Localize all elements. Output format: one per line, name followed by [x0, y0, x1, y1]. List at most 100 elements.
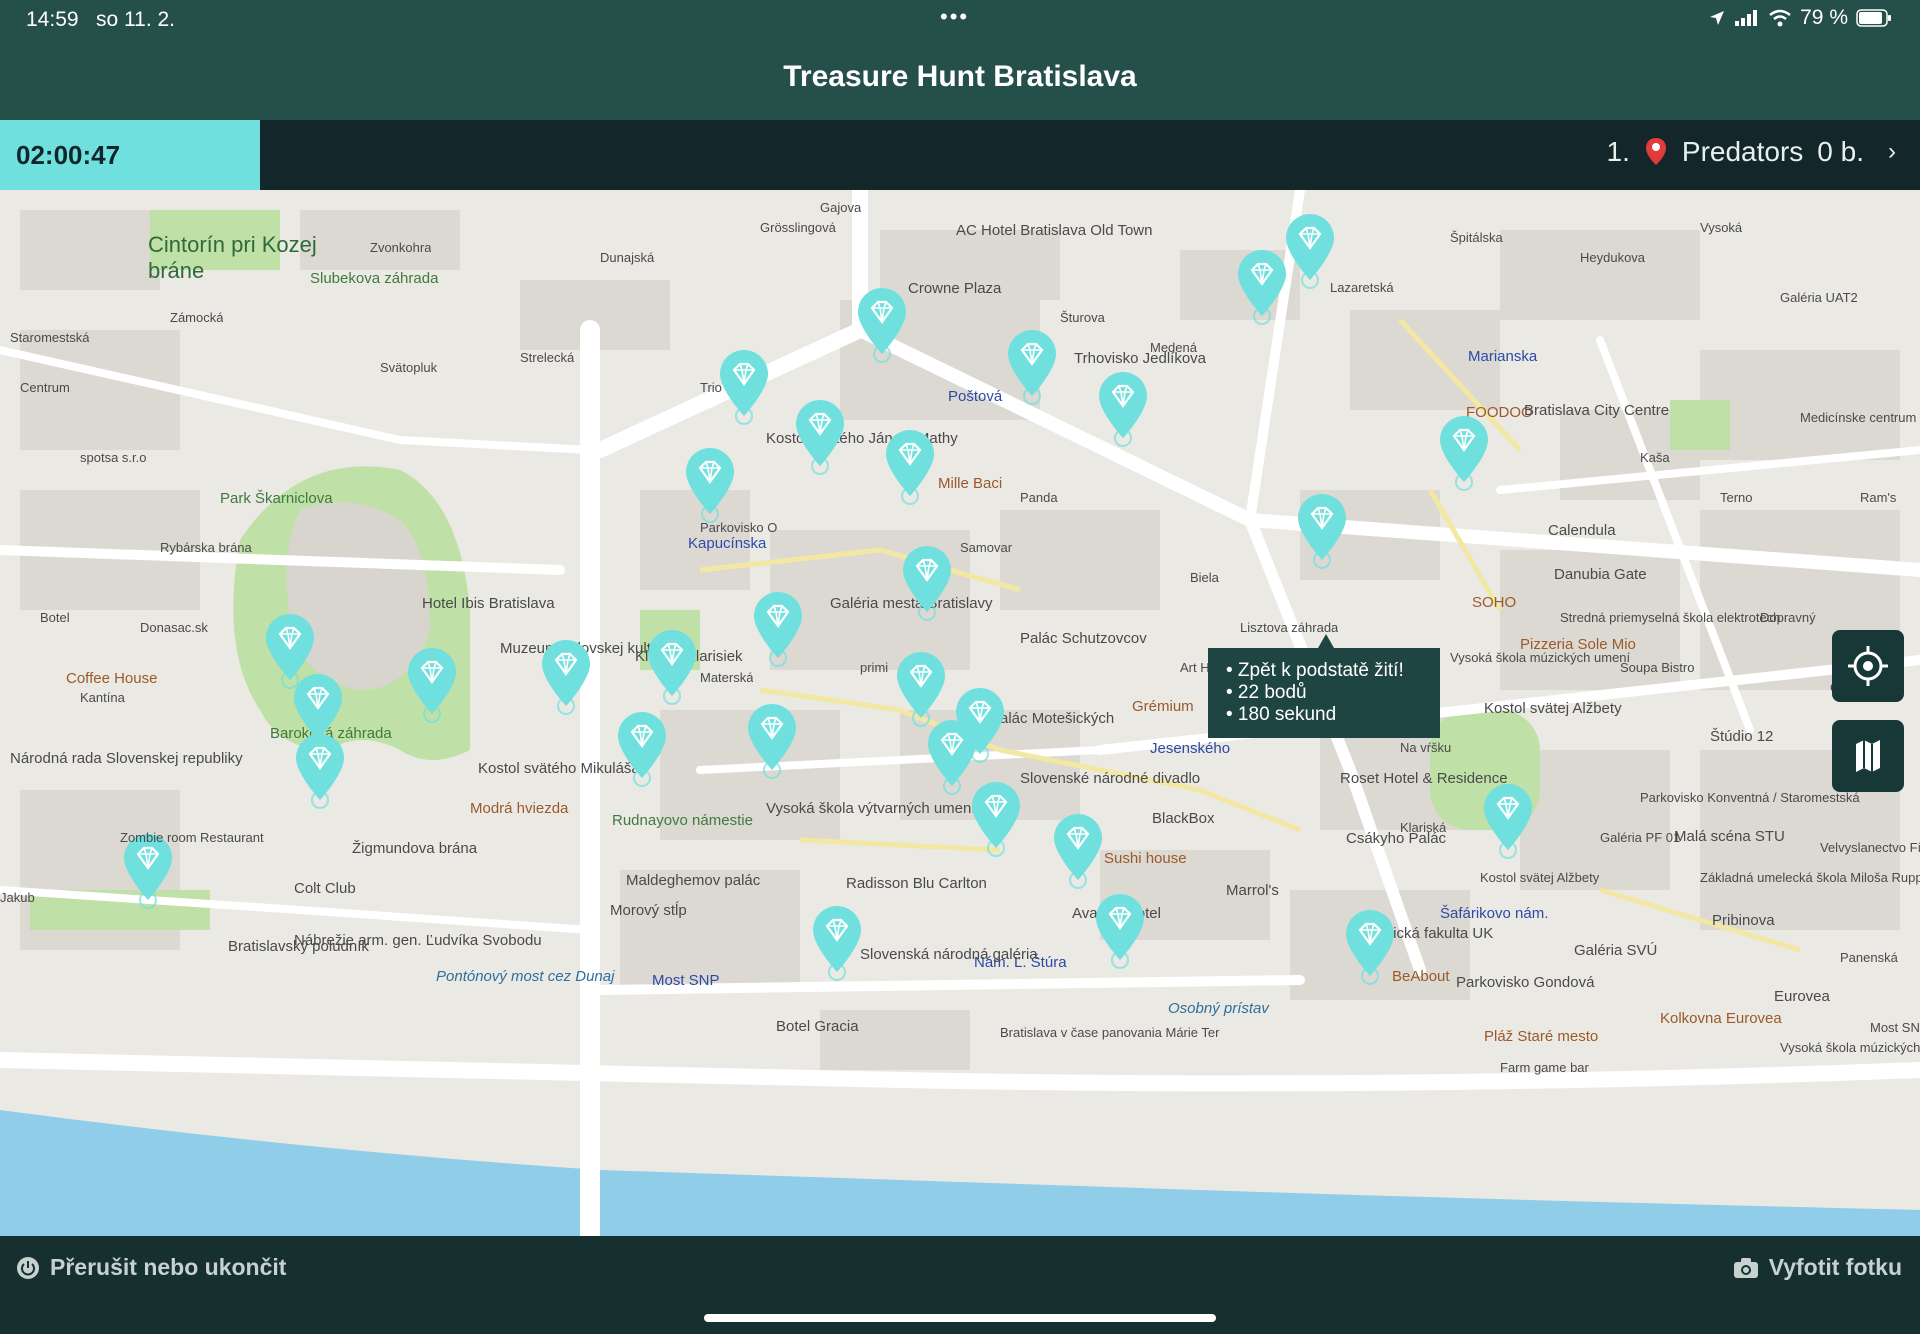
diamond-marker-icon[interactable] — [1478, 780, 1538, 860]
tooltip-title: • Zpět k podstatě žití! — [1226, 660, 1404, 681]
map-label: Botel Gracia — [776, 1018, 859, 1035]
diamond-marker-icon[interactable] — [966, 778, 1026, 858]
map-label: Kolkovna Eurovea — [1660, 1010, 1782, 1027]
map-label: Calendula — [1548, 522, 1616, 539]
map-label: Radisson Blu Carlton — [846, 875, 987, 892]
map-label: Restaurant — [200, 830, 264, 845]
map-label: Parkovisko O — [700, 520, 778, 535]
diamond-marker-icon[interactable] — [852, 284, 912, 364]
diamond-marker-icon[interactable] — [880, 426, 940, 506]
diamond-marker-icon[interactable] — [1434, 412, 1494, 492]
map-label: Šafárikovo nám. — [1440, 905, 1549, 922]
info-bar: 02:00:47 1. Predators 0 b. › — [0, 120, 1920, 190]
map-label: Samovar — [960, 540, 1013, 555]
tooltip-points: • 22 bodů — [1226, 682, 1307, 703]
map-label: Stredná priemyselná škola elektrotechnic… — [1560, 610, 1780, 625]
multitask-dots[interactable]: ••• — [940, 4, 969, 30]
map-label: Jesenského — [1150, 740, 1231, 757]
diamond-marker-icon[interactable] — [612, 708, 672, 788]
map-label: Colt Club — [294, 880, 356, 897]
map-label: Most SNP — [1870, 1020, 1920, 1035]
diamond-marker-icon[interactable] — [1090, 890, 1150, 970]
map-view[interactable]: Cintorín pri Kozej bráne Slubekova záhra… — [0, 190, 1920, 1236]
quit-label: Přerušit nebo ukončit — [50, 1254, 287, 1280]
map-label: Zombie room — [120, 830, 197, 845]
map-label: Štúdio 12 — [1710, 728, 1774, 745]
map-label: Galéria PF 01 — [1600, 830, 1681, 845]
diamond-marker-icon[interactable] — [290, 730, 350, 810]
map-label: Kostol svätej Alžbety — [1484, 700, 1622, 717]
map-label: Grösslingová — [760, 220, 836, 235]
map-label: Velvyslanectvo Fínskej republiky — [1820, 840, 1920, 855]
diamond-marker-icon[interactable] — [897, 542, 957, 622]
map-label: Špitálska — [1450, 230, 1503, 245]
map-label: Donasac.sk — [140, 620, 208, 635]
diamond-marker-icon[interactable] — [1048, 810, 1108, 890]
map-layer-button[interactable] — [1832, 720, 1904, 792]
map-label: Poštová — [948, 388, 1003, 405]
map-label: Terno — [1720, 490, 1753, 505]
map-label: Lisztova záhrada — [1240, 620, 1339, 635]
tooltip-time: • 180 sekund — [1226, 704, 1337, 725]
diamond-marker-icon[interactable] — [1093, 368, 1153, 448]
map-label: BlackBox — [1152, 810, 1215, 827]
team-rank: 1. — [1606, 136, 1630, 167]
map-label: Jakub — [0, 890, 35, 905]
take-photo-button[interactable]: Vyfotit fotku — [1733, 1254, 1902, 1281]
power-icon — [17, 1256, 39, 1279]
map-label: Marianska — [1468, 348, 1538, 365]
diamond-marker-icon[interactable] — [536, 636, 596, 716]
locate-me-button[interactable] — [1832, 630, 1904, 702]
map-label: Heydukova — [1580, 250, 1646, 265]
map-label: Grémium — [1132, 698, 1194, 715]
diamond-marker-icon[interactable] — [642, 626, 702, 706]
map-label: Park Škarniclova — [220, 490, 333, 507]
diamond-marker-icon[interactable] — [742, 700, 802, 780]
map-label: Hotel Ibis Bratislava — [422, 595, 555, 612]
map-label: Most SNP — [652, 972, 720, 989]
map-label: Sushi house — [1104, 850, 1187, 867]
game-timer: 02:00:47 — [0, 120, 260, 190]
diamond-marker-icon[interactable] — [402, 644, 462, 724]
map-label: SOHO — [1472, 594, 1517, 611]
diamond-marker-icon[interactable] — [1280, 210, 1340, 290]
diamond-marker-icon[interactable] — [748, 588, 808, 668]
diamond-marker-icon[interactable] — [1002, 326, 1062, 406]
photo-label: Vyfotit fotku — [1768, 1254, 1902, 1280]
map-label: Panenská — [1840, 950, 1898, 965]
chevron-right-icon: › — [1888, 138, 1896, 165]
battery-percent: 79 % — [1800, 6, 1848, 29]
map-label: Dunajská — [600, 250, 655, 265]
camera-icon — [1733, 1257, 1758, 1278]
map-label: Bratislava City Centre — [1524, 402, 1670, 419]
map-label: Na vŕšku — [1400, 740, 1452, 755]
diamond-marker-icon[interactable] — [1340, 906, 1400, 986]
map-label: Malá scéna STU — [1674, 828, 1785, 845]
home-indicator[interactable] — [704, 1314, 1216, 1322]
diamond-marker-icon[interactable] — [950, 684, 1010, 764]
map-label: Slovenské národné divadlo — [1020, 770, 1201, 787]
map-label: Modrá hviezda — [470, 800, 569, 817]
diamond-marker-icon[interactable] — [714, 346, 774, 426]
map-label: Gajova — [820, 200, 862, 215]
diamond-marker-icon[interactable] — [1292, 490, 1352, 570]
quit-button[interactable]: Přerušit nebo ukončit — [16, 1254, 286, 1281]
map-label: Parkovisko Konventná / Staromestská ulic… — [1640, 790, 1860, 805]
map-label: Rybárska brána — [160, 540, 252, 555]
map-label: Pontónový most cez Dunaj — [436, 968, 615, 985]
diamond-marker-icon[interactable] — [680, 444, 740, 524]
map-label: Bratislavský poludník — [228, 938, 369, 955]
map-label: Vysoká škola múzických umení v Bratislav… — [1780, 1040, 1920, 1055]
battery-icon — [1856, 9, 1891, 27]
team-score-button[interactable]: 1. Predators 0 b. › — [1607, 136, 1896, 168]
map-label: Botel — [40, 610, 70, 625]
diamond-marker-icon[interactable] — [790, 396, 850, 476]
team-pin-icon — [1645, 138, 1666, 165]
map-label: Crowne Plaza — [908, 280, 1002, 297]
diamond-marker-icon[interactable] — [807, 902, 867, 982]
map-label: Soupa Bistro — [1620, 660, 1695, 675]
marker-tooltip: • Zpět k podstatě žití! • 22 bodů • 180 … — [1208, 634, 1440, 738]
map-label: Kapucínska — [688, 535, 767, 552]
map-label: primi — [860, 660, 889, 675]
map-label: Vysoká — [1700, 220, 1743, 235]
